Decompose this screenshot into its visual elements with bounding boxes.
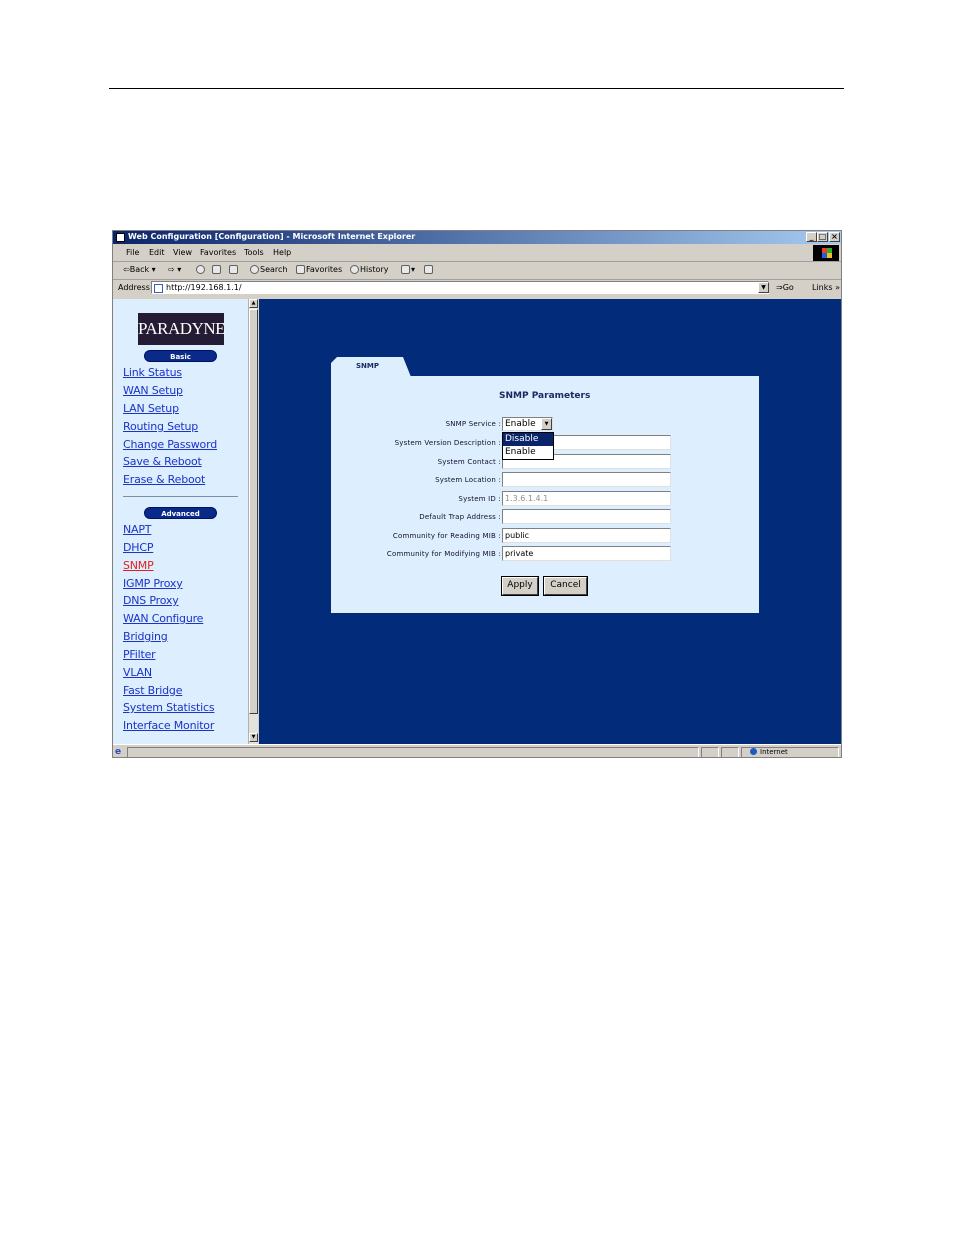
system-location-input[interactable]: [502, 472, 671, 487]
address-dropdown-icon[interactable]: ▼: [758, 282, 769, 293]
address-label: Address: [118, 283, 150, 292]
nav-link-lan-setup[interactable]: LAN Setup: [123, 402, 179, 415]
system-id-input[interactable]: 1.3.6.1.4.1: [502, 491, 671, 506]
status-bar: e Internet: [113, 744, 841, 757]
nav-link-vlan[interactable]: VLAN: [123, 666, 152, 679]
community-reading-label: Community for Reading MIB :: [392, 532, 501, 540]
page-icon: [154, 284, 163, 293]
address-bar: Address http://192.168.1.1/ ▼ ⇒Go Links …: [113, 280, 841, 297]
nav-link-change-password[interactable]: Change Password: [123, 438, 217, 451]
nav-link-bridging[interactable]: Bridging: [123, 630, 168, 643]
stop-icon[interactable]: [196, 265, 206, 274]
zone-indicator: Internet: [750, 748, 788, 756]
nav-link-wan-configure[interactable]: WAN Configure: [123, 612, 203, 625]
nav-link-erase-reboot[interactable]: Erase & Reboot: [123, 473, 205, 486]
page-top-rule: [109, 88, 844, 89]
option-enable[interactable]: Enable: [503, 446, 553, 459]
content-frame: SNMP SNMP Parameters SNMP Service : Enab…: [259, 299, 841, 744]
nav-link-pfilter[interactable]: PFilter: [123, 648, 156, 661]
nav-link-fast-bridge[interactable]: Fast Bridge: [123, 684, 182, 697]
nav-link-dns-proxy[interactable]: DNS Proxy: [123, 594, 179, 607]
nav-link-dhcp[interactable]: DHCP: [123, 541, 153, 554]
nav-link-snmp[interactable]: SNMP: [123, 559, 154, 572]
nav-link-napt[interactable]: NAPT: [123, 523, 152, 536]
option-disable[interactable]: Disable: [503, 433, 553, 446]
address-url: http://192.168.1.1/: [166, 283, 242, 292]
windows-logo-icon: [813, 245, 839, 261]
nav-scrollbar[interactable]: ▲ ▼: [248, 299, 258, 744]
ie-status-icon: e: [115, 747, 122, 757]
nav-link-routing-setup[interactable]: Routing Setup: [123, 420, 198, 433]
address-input[interactable]: http://192.168.1.1/: [151, 281, 769, 294]
globe-icon: [750, 748, 757, 755]
nav-divider: [123, 496, 238, 497]
nav-link-system-statistics[interactable]: System Statistics: [123, 701, 215, 714]
browser-window: Web Configuration [Configuration] - Micr…: [112, 230, 842, 758]
panel-title: SNMP Parameters: [499, 391, 591, 401]
nav-link-igmp-proxy[interactable]: IGMP Proxy: [123, 577, 183, 590]
window-title: Web Configuration [Configuration] - Micr…: [128, 232, 416, 241]
menu-file[interactable]: File: [126, 248, 139, 257]
community-reading-input[interactable]: public: [502, 528, 671, 543]
community-modifying-label: Community for Modifying MIB :: [386, 550, 501, 558]
chevron-down-icon[interactable]: ▼: [541, 418, 552, 430]
system-location-label: System Location :: [435, 476, 501, 484]
back-button[interactable]: ⇦Back ▾: [123, 265, 156, 274]
system-version-description-label: System Version Description :: [394, 439, 501, 447]
go-button[interactable]: ⇒Go: [776, 283, 794, 292]
snmp-service-label: SNMP Service :: [445, 420, 501, 428]
nav-link-interface-monitor[interactable]: Interface Monitor: [123, 719, 214, 732]
paradyne-logo: PARADYNE: [138, 313, 226, 345]
menu-view[interactable]: View: [173, 248, 192, 257]
scroll-down-icon[interactable]: ▼: [249, 733, 258, 742]
default-trap-address-input[interactable]: [502, 509, 671, 524]
mail-icon[interactable]: ▾: [401, 265, 415, 274]
snmp-service-dropdown-list: Disable Enable: [502, 432, 554, 460]
history-button[interactable]: History: [350, 265, 388, 274]
ie-page-icon: [116, 233, 125, 242]
menu-bar: File Edit View Favorites Tools Help: [113, 245, 841, 262]
system-contact-label: System Contact :: [437, 458, 501, 466]
page-viewport: PARADYNE Basic Link Status WAN Setup LAN…: [113, 299, 841, 744]
nav-link-link-status[interactable]: Link Status: [123, 366, 182, 379]
menu-favorites[interactable]: Favorites: [200, 248, 236, 257]
system-id-label: System ID :: [458, 495, 501, 503]
title-bar[interactable]: Web Configuration [Configuration] - Micr…: [113, 231, 841, 244]
standard-toolbar: ⇦Back ▾ ⇨ ▾ Search Favorites History ▾: [113, 262, 841, 280]
cancel-button[interactable]: Cancel: [544, 577, 587, 595]
nav-link-wan-setup[interactable]: WAN Setup: [123, 384, 183, 397]
advanced-section-badge: Advanced: [144, 507, 217, 519]
status-security-cell: [721, 747, 739, 757]
scroll-thumb[interactable]: [249, 309, 258, 714]
menu-edit[interactable]: Edit: [149, 248, 165, 257]
tab-snmp[interactable]: SNMP: [331, 357, 411, 377]
snmp-service-select[interactable]: Enable ▼: [502, 417, 553, 431]
status-text-cell: [127, 747, 699, 757]
print-icon[interactable]: [424, 265, 434, 274]
snmp-parameters-panel: SNMP Parameters SNMP Service : Enable ▼ …: [331, 376, 759, 613]
menu-help[interactable]: Help: [273, 248, 291, 257]
search-button[interactable]: Search: [250, 265, 287, 274]
favorites-button[interactable]: Favorites: [296, 265, 342, 274]
menu-tools[interactable]: Tools: [244, 248, 264, 257]
links-button[interactable]: Links »: [812, 283, 840, 292]
maximize-button[interactable]: □: [817, 232, 828, 242]
basic-section-badge: Basic: [144, 350, 217, 362]
community-modifying-input[interactable]: private: [502, 546, 671, 561]
minimize-button[interactable]: _: [806, 232, 817, 242]
status-progress-cell: [701, 747, 719, 757]
nav-link-save-reboot[interactable]: Save & Reboot: [123, 455, 202, 468]
refresh-icon[interactable]: [212, 265, 222, 274]
close-button[interactable]: ×: [829, 232, 840, 242]
scroll-up-icon[interactable]: ▲: [249, 299, 258, 308]
apply-button[interactable]: Apply: [502, 577, 538, 595]
home-icon[interactable]: [229, 265, 239, 274]
navigation-frame: PARADYNE Basic Link Status WAN Setup LAN…: [113, 299, 248, 744]
default-trap-address-label: Default Trap Address :: [419, 513, 501, 521]
forward-button[interactable]: ⇨ ▾: [168, 265, 181, 274]
